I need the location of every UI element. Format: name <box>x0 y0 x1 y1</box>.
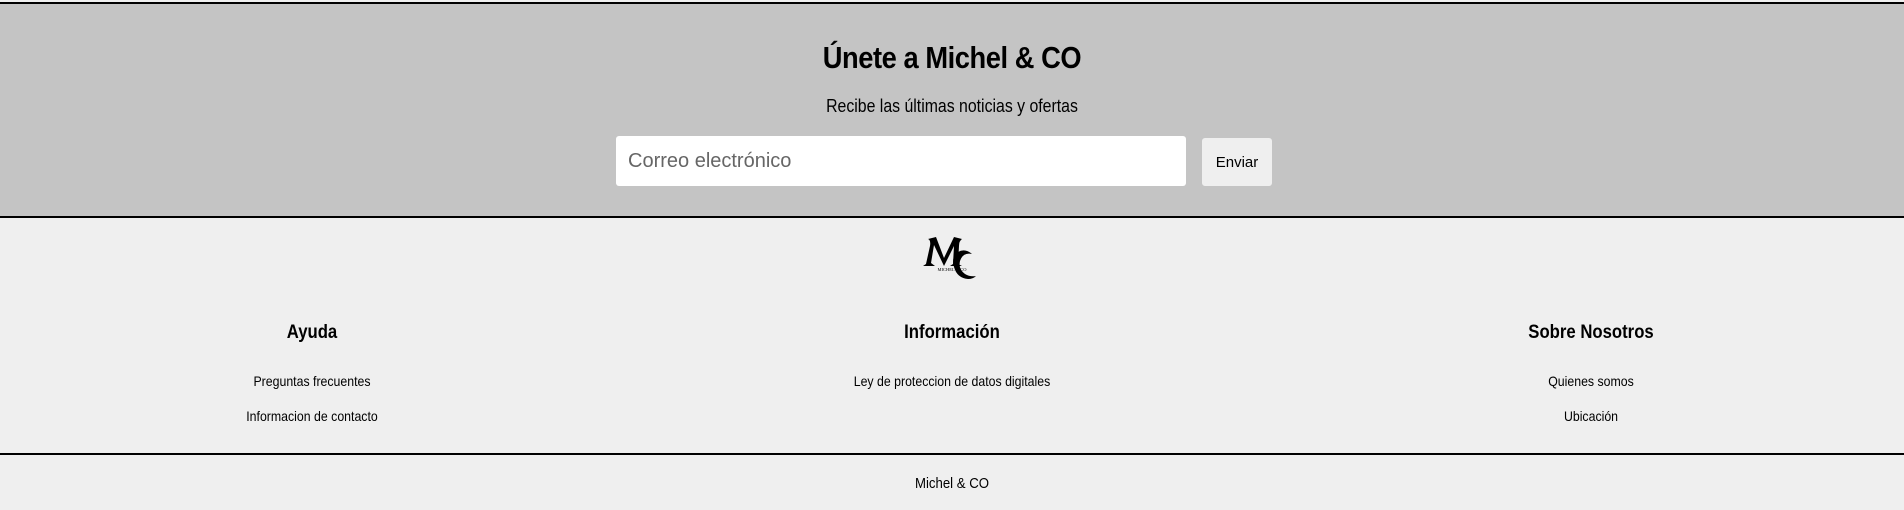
link-proteccion-datos[interactable]: Ley de proteccion de datos digitales <box>776 372 1128 390</box>
link-preguntas-frecuentes[interactable]: Preguntas frecuentes <box>136 372 488 390</box>
footer-column-title: Información <box>904 322 1000 343</box>
newsletter-title: Únete a Michel & CO <box>822 40 1082 75</box>
brand-logo[interactable]: MICHEL & CO <box>920 226 984 286</box>
link-informacion-contacto[interactable]: Informacion de contacto <box>136 407 488 425</box>
footer-column-informacion: Información Ley de proteccion de datos d… <box>752 322 1152 390</box>
footer-column-title: Sobre Nosotros <box>1528 322 1654 343</box>
michel-co-logo-icon: MICHEL & CO <box>923 237 976 279</box>
copyright-text: Michel & CO <box>914 475 990 492</box>
footer-column-sobre-nosotros: Sobre Nosotros Quienes somos Ubicación <box>1391 322 1791 425</box>
newsletter-section: Únete a Michel & CO Recibe las últimas n… <box>0 2 1904 218</box>
newsletter-subtitle: Recibe las últimas noticias y ofertas <box>826 96 1078 116</box>
copyright-bar: Michel & CO <box>0 453 1904 510</box>
logo-wordmark: MICHEL & CO <box>937 267 967 272</box>
link-ubicacion[interactable]: Ubicación <box>1415 407 1767 425</box>
link-quienes-somos[interactable]: Quienes somos <box>1415 372 1767 390</box>
email-input[interactable] <box>616 136 1186 186</box>
footer-column-ayuda: Ayuda Preguntas frecuentes Informacion d… <box>112 322 512 425</box>
footer-column-title: Ayuda <box>286 322 338 343</box>
submit-button[interactable]: Enviar <box>1202 138 1272 186</box>
footer: MICHEL & CO Ayuda Preguntas frecuentes I… <box>0 218 1904 454</box>
